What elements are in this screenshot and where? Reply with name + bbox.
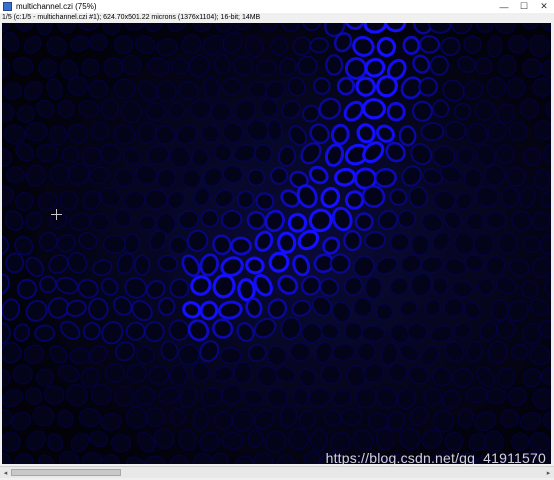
cell-wall (361, 325, 385, 342)
window-controls: — ☐ ✕ (494, 0, 554, 13)
cell-wall (423, 388, 443, 407)
cell-wall (418, 35, 441, 54)
watermark-text: https://blog.csdn.net/qq_41911570 (325, 450, 546, 466)
scroll-right-icon[interactable]: ▸ (544, 467, 553, 478)
cell-wall (157, 297, 176, 316)
cell-wall (219, 347, 242, 365)
cell-wall (340, 408, 363, 426)
cell-wall (374, 167, 397, 188)
cell-wall (78, 407, 102, 428)
cell-wall (213, 54, 231, 75)
image-canvas[interactable] (2, 23, 551, 464)
cell-wall (169, 364, 188, 387)
scroll-thumb[interactable] (11, 469, 121, 476)
image-info-bar: 1/5 (c:1/5 - multichannel.czi #1); 624.7… (0, 13, 554, 23)
cell-wall (277, 231, 297, 254)
cell-wall (344, 57, 368, 80)
minimize-button[interactable]: — (494, 0, 514, 13)
cell-wall (506, 77, 526, 99)
cell-wall (475, 186, 499, 208)
cell-wall (429, 55, 450, 76)
cell-wall (532, 211, 551, 231)
cell-wall (69, 347, 90, 365)
cell-wall (59, 190, 79, 211)
cell-wall (200, 209, 219, 228)
microscopy-image (2, 23, 551, 464)
cell-wall (364, 276, 383, 300)
cell-wall (254, 143, 273, 163)
cell-wall (343, 229, 362, 252)
cell-wall (102, 234, 127, 254)
cell-wall (138, 214, 157, 231)
cell-wall (325, 54, 344, 76)
cell-wall (507, 34, 528, 54)
horizontal-scrollbar[interactable]: ◂ ▸ (0, 466, 554, 478)
cell-wall (510, 432, 530, 451)
cell-wall (420, 122, 445, 142)
maximize-button[interactable]: ☐ (514, 0, 534, 13)
cell-wall (259, 98, 278, 118)
close-button[interactable]: ✕ (534, 0, 554, 13)
cell-wall (134, 254, 151, 276)
cell-wall (6, 166, 26, 184)
app-icon (3, 2, 12, 11)
cell-wall (477, 278, 495, 296)
cell-wall (88, 79, 109, 99)
cell-wall (230, 236, 252, 256)
crosshair-cursor-icon (51, 209, 62, 220)
cell-wall (49, 164, 70, 186)
cell-wall (532, 388, 551, 410)
cell-wall (398, 125, 417, 147)
scroll-left-icon[interactable]: ◂ (1, 467, 10, 478)
cell-wall (364, 231, 386, 250)
cell-wall (362, 98, 386, 120)
cell-wall (89, 33, 108, 52)
window-title: multichannel.czi (75%) (16, 2, 97, 11)
cell-wall (48, 125, 68, 146)
cell-wall (256, 59, 277, 77)
cell-wall (330, 123, 350, 146)
cell-wall (402, 35, 421, 55)
cell-wall (485, 211, 507, 230)
cell-wall (463, 167, 483, 190)
cell-wall (287, 212, 308, 233)
cell-wall (36, 23, 53, 36)
cell-wall (113, 386, 135, 407)
cell-wall (498, 54, 517, 78)
cell-wall (222, 77, 243, 96)
window-titlebar: multichannel.czi (75%) — ☐ ✕ (0, 0, 554, 13)
cell-wall (496, 367, 516, 388)
cell-wall (144, 189, 168, 210)
cell-wall (57, 99, 75, 118)
cell-wall (34, 324, 56, 342)
cell-wall (144, 321, 165, 343)
cell-wall (101, 98, 119, 119)
cell-wall (270, 37, 289, 56)
cell-wall (301, 322, 323, 344)
cell-wall (87, 297, 109, 321)
